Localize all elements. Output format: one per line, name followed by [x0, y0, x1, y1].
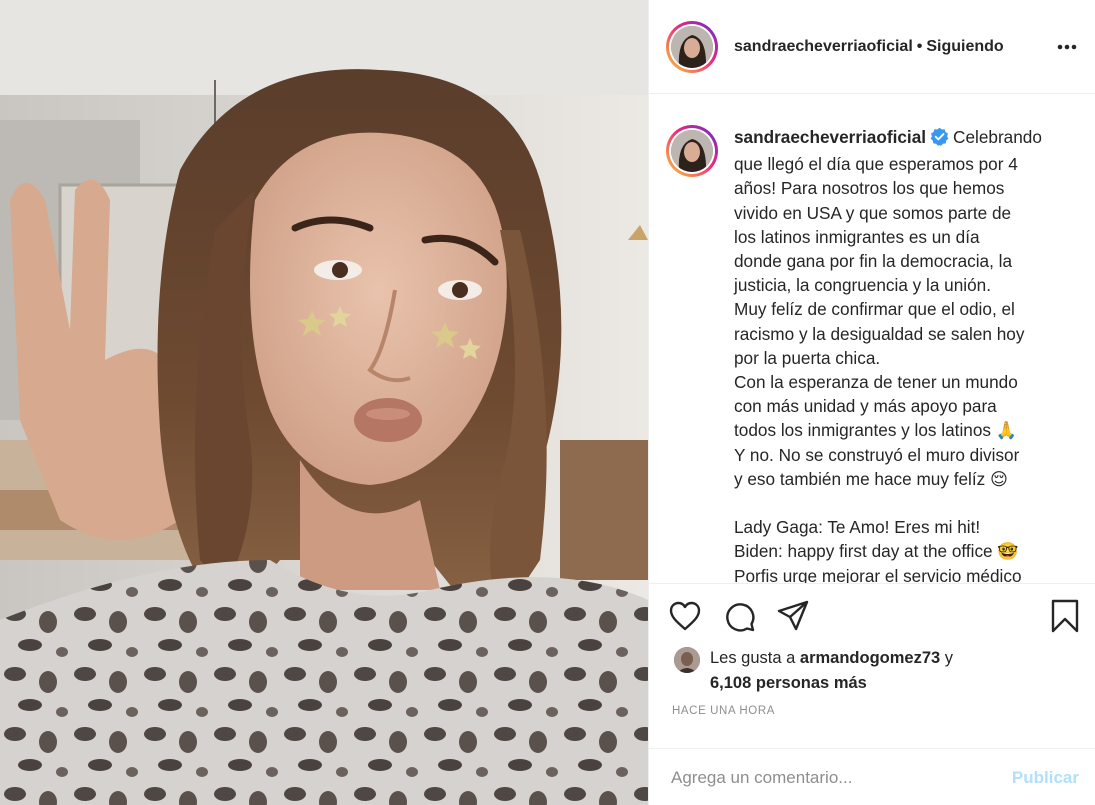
liker-username-link[interactable]: armandogomez73: [800, 649, 940, 667]
action-icons-row: [669, 598, 1079, 634]
caption-line: que llegó el día que esperamos por 4: [734, 154, 1018, 175]
caption-line: todos los inmigrantes y los latinos 🙏: [734, 420, 1018, 441]
caption-line: con más unidad y más apoyo para: [734, 396, 997, 417]
caption-line: Muy felíz de confirmar que el odio, el: [734, 299, 1015, 320]
instagram-post: sandraecheverriaoficial • Siguiendo sand…: [0, 0, 1095, 805]
selfie-image: [0, 0, 648, 805]
liker-avatar[interactable]: [674, 647, 700, 673]
caption-line: por la puerta chica.: [734, 347, 881, 368]
post-actions-section: Les gusta a armandogomez73 y 6,108 perso…: [649, 583, 1095, 805]
comment-icon[interactable]: [723, 600, 755, 632]
caption-line: Y no. No se construyó el muro divisor: [734, 444, 1020, 465]
author-username-link[interactable]: sandraecheverriaoficial: [734, 38, 913, 56]
likes-summary: Les gusta a armandogomez73 y 6,108 perso…: [674, 646, 1079, 696]
author-avatar[interactable]: [666, 20, 718, 73]
caption-line: y eso también me hace muy felíz 😌: [734, 468, 1008, 489]
caption-line: Con la esperanza de tener un mundo: [734, 372, 1018, 393]
following-button[interactable]: Siguiendo: [926, 38, 1003, 56]
likes-connector: y: [944, 649, 954, 667]
bookmark-icon[interactable]: [1051, 599, 1079, 633]
post-timestamp[interactable]: HACE UNA HORA: [672, 705, 775, 717]
post-photo[interactable]: [0, 0, 648, 805]
caption-author-avatar[interactable]: [666, 125, 718, 177]
paper-plane-icon[interactable]: [777, 600, 809, 632]
caption-first-line: Celebrando: [953, 127, 1042, 147]
more-horizontal-icon[interactable]: [1055, 35, 1079, 59]
caption-line: racismo y la desigualdad se salen hoy: [734, 323, 1025, 344]
heart-icon[interactable]: [669, 601, 701, 631]
post-header: sandraecheverriaoficial • Siguiendo: [649, 0, 1095, 94]
caption-line: vivido en USA y que somos parte de: [734, 202, 1012, 223]
verified-badge-icon: [930, 127, 949, 152]
caption-line: justicia, la congruencia y la unión.: [734, 275, 992, 296]
likes-count-link[interactable]: 6,108 personas más: [710, 674, 867, 692]
comment-form: Agrega un comentario... Publicar: [649, 748, 1095, 805]
caption-line: los latinos inmigrantes es un día: [734, 226, 980, 247]
caption-text: sandraecheverriaoficial Celebrando que ll…: [734, 125, 1054, 583]
publish-button[interactable]: Publicar: [1012, 768, 1079, 788]
likes-prefix: Les gusta a: [710, 649, 796, 667]
likes-text: Les gusta a armandogomez73 y 6,108 perso…: [710, 646, 953, 696]
separator-dot: •: [916, 37, 923, 55]
caption-line: donde gana por fin la democracia, la: [734, 251, 1013, 272]
caption-scroll-area[interactable]: sandraecheverriaoficial Celebrando que ll…: [649, 95, 1095, 583]
caption-comment: sandraecheverriaoficial Celebrando que ll…: [666, 125, 1079, 583]
post-details-panel: sandraecheverriaoficial • Siguiendo sand…: [648, 0, 1095, 805]
comment-input[interactable]: Agrega un comentario...: [671, 768, 852, 788]
caption-line: años! Para nosotros los que hemos: [734, 178, 1005, 199]
caption-line: Porfis urge mejorar el servicio médico: [734, 565, 1022, 583]
header-text: sandraecheverriaoficial • Siguiendo: [734, 38, 1004, 56]
caption-username-link[interactable]: sandraecheverriaoficial: [734, 127, 926, 147]
caption-line: Biden: happy first day at the office 🤓: [734, 541, 1019, 562]
caption-line: Lady Gaga: Te Amo! Eres mi hit!: [734, 517, 981, 538]
